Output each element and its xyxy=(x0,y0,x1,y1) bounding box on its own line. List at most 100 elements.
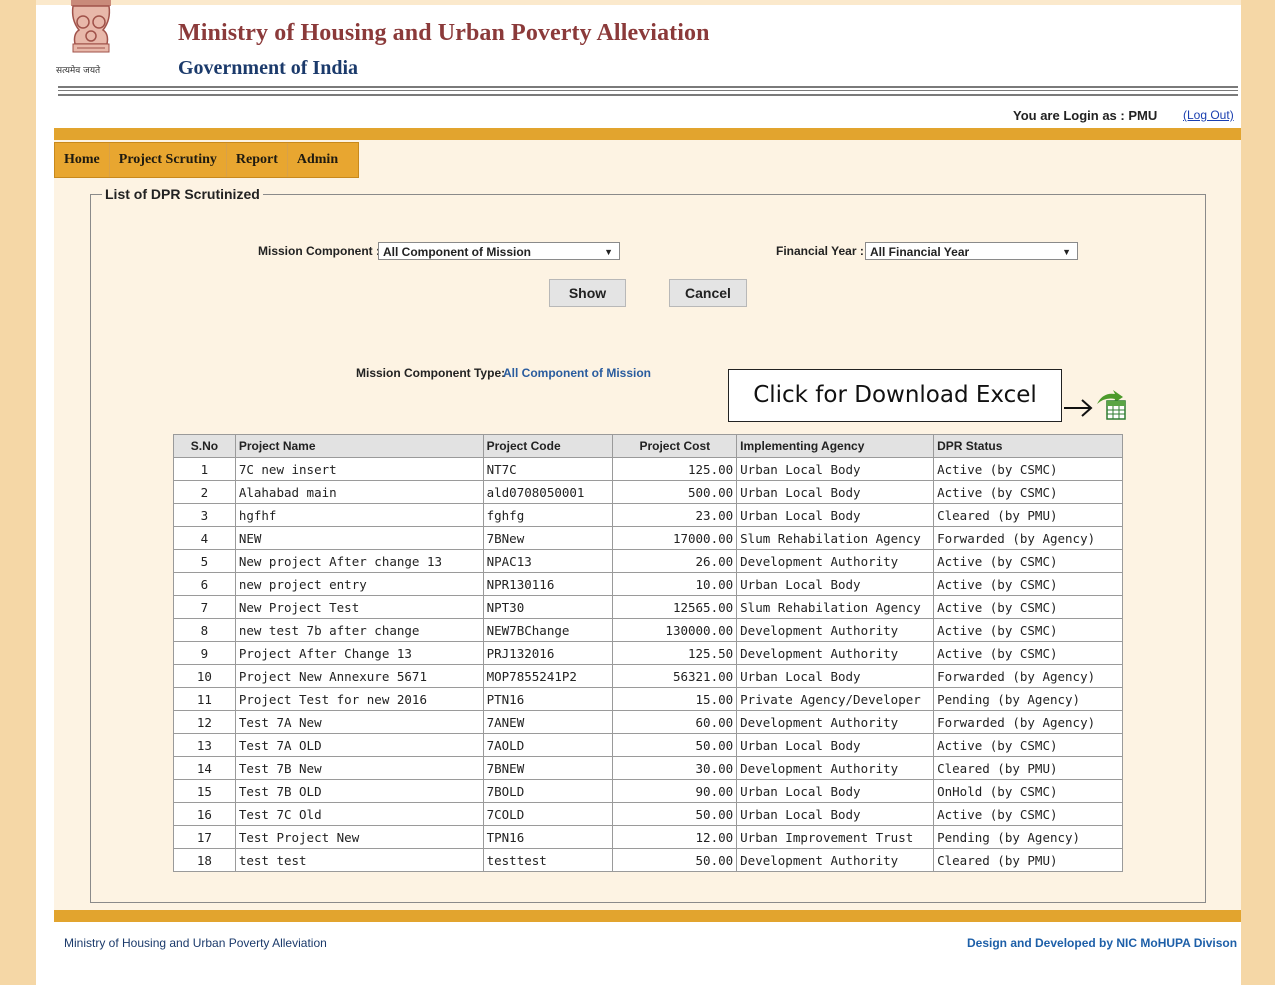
cell-project-code: ald0708050001 xyxy=(482,480,614,504)
logout-link[interactable]: (Log Out) xyxy=(1183,108,1234,122)
cell-sno: 14 xyxy=(173,756,236,780)
excel-download-icon[interactable] xyxy=(1093,388,1129,422)
cell-project-name: Project After Change 13 xyxy=(234,641,484,665)
mission-component-selected: All Component of Mission xyxy=(383,245,531,259)
cell-dpr-status: Active (by CSMC) xyxy=(933,733,1123,757)
cell-sno: 1 xyxy=(173,457,236,481)
table-row: 16 Test 7C Old 7COLD 50.00 Urban Local Body A… xyxy=(173,802,1123,826)
cell-sno: 12 xyxy=(173,710,236,734)
show-button[interactable]: Show xyxy=(549,279,626,307)
column-header-implementing-agency: Implementing Agency xyxy=(736,434,935,458)
table-row: 11 Project Test for new 2016 PTN16 15.00 Pri… xyxy=(173,687,1123,711)
cell-project-name: Project Test for new 2016 xyxy=(234,687,484,711)
fieldset-legend: List of DPR Scrutinized xyxy=(102,186,263,202)
cell-project-cost: 50.00 xyxy=(612,802,738,826)
cell-dpr-status: OnHold (by CSMC) xyxy=(933,779,1123,803)
cell-implementing-agency: Development Authority xyxy=(736,710,935,734)
cell-project-cost: 50.00 xyxy=(612,848,738,872)
left-side-band xyxy=(0,0,36,985)
cell-project-name: New Project Test xyxy=(234,595,484,619)
cell-project-code: 7COLD xyxy=(482,802,614,826)
cell-project-cost: 17000.00 xyxy=(612,526,738,550)
cancel-button[interactable]: Cancel xyxy=(669,279,747,307)
cell-implementing-agency: Urban Local Body xyxy=(736,457,935,481)
cell-project-code: PRJ132016 xyxy=(482,641,614,665)
menu-item-home[interactable]: Home xyxy=(55,143,110,177)
cell-dpr-status: Cleared (by PMU) xyxy=(933,756,1123,780)
cell-implementing-agency: Slum Rehabilation Agency xyxy=(736,526,935,550)
login-status: You are Login as : PMU xyxy=(1013,108,1158,123)
cell-project-name: Test 7A New xyxy=(234,710,484,734)
cell-implementing-agency: Development Authority xyxy=(736,848,935,872)
site-title: Ministry of Housing and Urban Poverty Al… xyxy=(178,20,710,46)
cell-sno: 16 xyxy=(173,802,236,826)
cell-sno: 17 xyxy=(173,825,236,849)
cell-project-code: 7AOLD xyxy=(482,733,614,757)
cell-dpr-status: Forwarded (by Agency) xyxy=(933,526,1123,550)
cell-implementing-agency: Urban Local Body xyxy=(736,733,935,757)
cell-implementing-agency: Private Agency/Developer xyxy=(736,687,935,711)
mission-component-type-value: All Component of Mission xyxy=(503,366,651,380)
cell-dpr-status: Pending (by Agency) xyxy=(933,687,1123,711)
cell-project-name: Project New Annexure 5671 xyxy=(234,664,484,688)
cell-project-name: NEW xyxy=(234,526,484,550)
cell-project-code: NEW7BChange xyxy=(482,618,614,642)
cell-implementing-agency: Urban Local Body xyxy=(736,480,935,504)
cell-project-cost: 12565.00 xyxy=(612,595,738,619)
cell-project-cost: 15.00 xyxy=(612,687,738,711)
cell-project-name: Test 7C Old xyxy=(234,802,484,826)
table-row: 8 new test 7b after change NEW7BChange 1300… xyxy=(173,618,1123,642)
menu-item-admin[interactable]: Admin xyxy=(288,143,358,177)
cell-sno: 9 xyxy=(173,641,236,665)
cell-project-cost: 90.00 xyxy=(612,779,738,803)
cell-project-name: new test 7b after change xyxy=(234,618,484,642)
cell-project-code: NPAC13 xyxy=(482,549,614,573)
mission-component-select[interactable]: All Component of Mission ▼ xyxy=(378,242,620,260)
table-header-row: S.No Project Name Project Code Project C… xyxy=(173,434,1123,458)
cell-sno: 18 xyxy=(173,848,236,872)
table-row: 12 Test 7A New 7ANEW 60.00 Development Autho… xyxy=(173,710,1123,734)
cell-sno: 3 xyxy=(173,503,236,527)
dropdown-arrow-icon: ▼ xyxy=(1062,247,1071,257)
cell-implementing-agency: Slum Rehabilation Agency xyxy=(736,595,935,619)
financial-year-label: Financial Year : xyxy=(776,244,864,258)
cell-sno: 13 xyxy=(173,733,236,757)
right-side-band xyxy=(1241,0,1275,985)
cell-dpr-status: Forwarded (by Agency) xyxy=(933,710,1123,734)
cell-project-cost: 30.00 xyxy=(612,756,738,780)
cell-project-cost: 125.50 xyxy=(612,641,738,665)
cell-implementing-agency: Urban Local Body xyxy=(736,572,935,596)
column-header-dpr-status: DPR Status xyxy=(933,434,1123,458)
cell-project-code: TPN16 xyxy=(482,825,614,849)
cell-project-name: new project entry xyxy=(234,572,484,596)
cell-project-cost: 23.00 xyxy=(612,503,738,527)
cell-project-cost: 125.00 xyxy=(612,457,738,481)
cell-project-cost: 56321.00 xyxy=(612,664,738,688)
mission-component-label: Mission Component : xyxy=(258,244,380,258)
cell-sno: 4 xyxy=(173,526,236,550)
table-row: 6 new project entry NPR130116 10.00 Urban Lo… xyxy=(173,572,1123,596)
cell-project-code: fghfg xyxy=(482,503,614,527)
cell-dpr-status: Forwarded (by Agency) xyxy=(933,664,1123,688)
cell-project-cost: 500.00 xyxy=(612,480,738,504)
cell-dpr-status: Active (by CSMC) xyxy=(933,457,1123,481)
financial-year-select[interactable]: All Financial Year ▼ xyxy=(865,242,1078,260)
callout-arrow-icon xyxy=(1064,399,1093,417)
cell-sno: 11 xyxy=(173,687,236,711)
cell-sno: 2 xyxy=(173,480,236,504)
menu-item-report[interactable]: Report xyxy=(227,143,288,177)
cell-sno: 7 xyxy=(173,595,236,619)
menu-item-project-scrutiny[interactable]: Project Scrutiny xyxy=(110,143,227,177)
header-divider xyxy=(58,94,1238,96)
footer-ministry-text: Ministry of Housing and Urban Poverty Al… xyxy=(64,936,327,950)
financial-year-selected: All Financial Year xyxy=(870,245,970,259)
cell-project-name: New project After change 13 xyxy=(234,549,484,573)
table-row: 10 Project New Annexure 5671 MOP7855241P2 5… xyxy=(173,664,1123,688)
cell-project-code: testtest xyxy=(482,848,614,872)
emblem-caption: सत्यमेव जयते xyxy=(56,66,101,76)
top-strip xyxy=(36,0,1241,5)
header-divider xyxy=(58,86,1238,88)
cell-project-cost: 26.00 xyxy=(612,549,738,573)
table-row: 4 NEW 7BNew 17000.00 Slum Rehabilation Agenc… xyxy=(173,526,1123,550)
table-row: 7 New Project Test NPT30 12565.00 Slum Rehab… xyxy=(173,595,1123,619)
